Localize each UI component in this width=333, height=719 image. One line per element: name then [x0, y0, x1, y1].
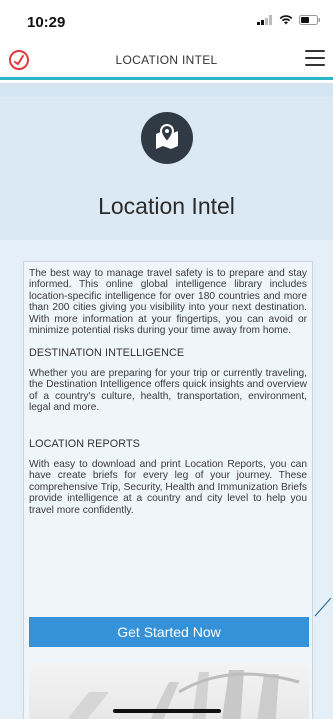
section-body-reports: With easy to download and print Location…: [29, 458, 307, 516]
decorative-line: [314, 597, 332, 617]
intro-paragraph: The best way to manage travel safety is …: [29, 268, 307, 337]
map-pin-icon: [141, 112, 193, 164]
signal-icon: [257, 15, 272, 25]
app-header: LOCATION INTEL: [0, 40, 333, 80]
get-started-button[interactable]: Get Started Now: [29, 617, 309, 647]
status-icons: [257, 15, 321, 25]
section-heading-reports: LOCATION REPORTS: [29, 438, 140, 451]
hero-section: Location Intel: [0, 83, 333, 240]
wifi-icon: [279, 15, 293, 25]
content-band: The best way to manage travel safety is …: [0, 240, 333, 719]
status-time: 10:29: [27, 14, 66, 31]
hamburger-menu-icon[interactable]: [305, 50, 325, 68]
page-title: Location Intel: [98, 193, 235, 219]
battery-icon: [299, 15, 320, 25]
section-heading-destination: DESTINATION INTELLIGENCE: [29, 347, 185, 360]
content-text: The best way to manage travel safety is …: [24, 262, 312, 516]
header-title: LOCATION INTEL: [115, 53, 218, 67]
section-body-destination: Whether you are preparing for your trip …: [29, 367, 307, 414]
home-indicator[interactable]: [113, 709, 221, 713]
status-bar: 10:29: [0, 0, 333, 40]
phone-screen: 10:29 LOCATION INTEL Location Intel The …: [0, 0, 333, 719]
hero-strip: [0, 83, 333, 97]
content-card: The best way to manage travel safety is …: [23, 261, 313, 719]
